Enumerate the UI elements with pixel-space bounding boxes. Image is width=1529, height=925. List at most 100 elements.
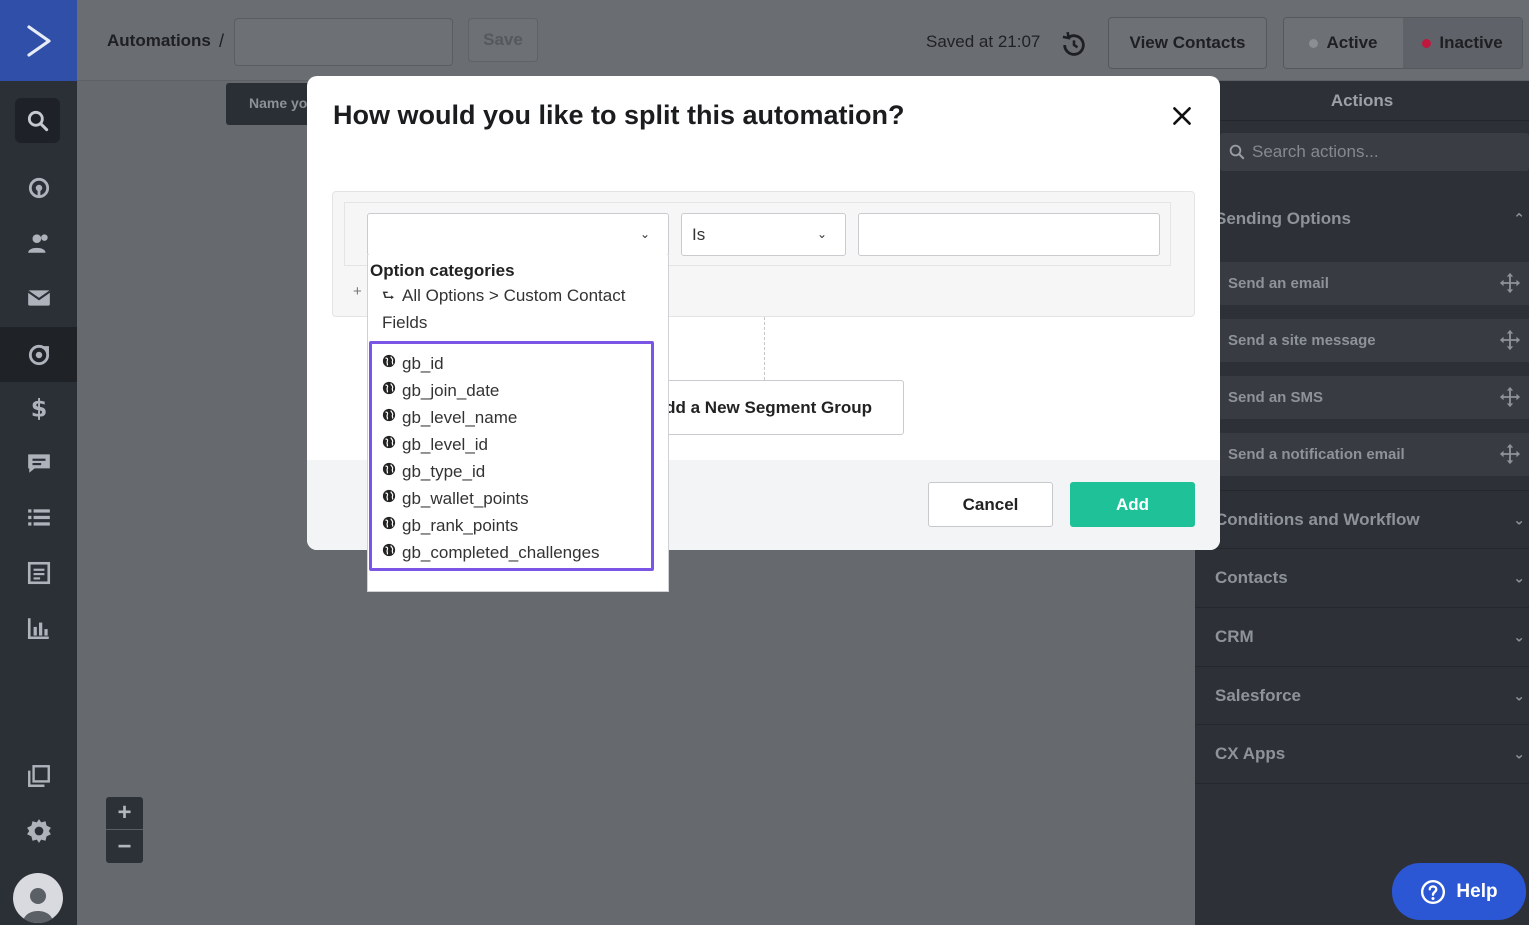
section-conditions-workflow[interactable]: Conditions and Workflow ⌄ <box>1195 490 1529 549</box>
view-contacts-button[interactable]: View Contacts <box>1108 17 1267 69</box>
search-actions-field[interactable]: Search actions... <box>1220 133 1529 171</box>
section-cx-apps[interactable]: CX Apps ⌄ <box>1195 725 1529 784</box>
move-icon[interactable] <box>1499 386 1521 408</box>
action-label: Send an email <box>1228 275 1329 292</box>
actions-title: Actions <box>1195 81 1529 121</box>
custom-fields-list: gb_id gb_join_date gb_level_name gb_leve… <box>369 341 654 571</box>
dashboard-icon[interactable] <box>0 160 77 215</box>
search-icon[interactable] <box>15 98 60 143</box>
help-label: Help <box>1456 880 1498 902</box>
automation-name-input[interactable] <box>234 18 453 66</box>
field-select[interactable]: ⌄ <box>367 213 669 256</box>
back-arrow-icon: ⮑ <box>382 287 395 303</box>
dropdown-option-gb-join-date[interactable]: gb_join_date <box>372 377 651 404</box>
saved-status: Saved at 21:07 <box>926 32 1041 51</box>
help-button[interactable]: Help <box>1392 863 1526 920</box>
automations-icon[interactable] <box>0 327 77 382</box>
action-send-sms[interactable]: Send an SMS <box>1220 376 1529 419</box>
reports-icon[interactable] <box>0 600 77 655</box>
section-label: Conditions and Workflow <box>1215 509 1420 529</box>
operator-value: Is <box>692 225 706 244</box>
action-send-email[interactable]: Send an email <box>1220 262 1529 305</box>
dropdown-heading: Option categories <box>370 261 515 280</box>
close-icon[interactable] <box>1169 103 1195 129</box>
active-dot-icon <box>1309 38 1319 48</box>
move-icon[interactable] <box>1499 272 1521 294</box>
globe-icon <box>382 354 396 367</box>
settings-icon[interactable] <box>0 803 77 858</box>
campaigns-icon[interactable] <box>0 270 77 325</box>
section-crm[interactable]: CRM ⌄ <box>1195 608 1529 667</box>
history-icon[interactable] <box>1060 31 1088 59</box>
actions-panel: Actions Search actions... Sending Option… <box>1195 81 1529 925</box>
inactive-option[interactable]: Inactive <box>1403 18 1522 68</box>
conversations-icon[interactable] <box>0 435 77 490</box>
active-option[interactable]: Active <box>1284 18 1403 68</box>
apps-icon[interactable] <box>0 748 77 803</box>
condition-value-input[interactable] <box>858 213 1160 256</box>
move-icon[interactable] <box>1499 329 1521 351</box>
back-path-label: All Options > Custom Contact Fields <box>382 286 626 332</box>
option-label: gb_join_date <box>402 380 500 400</box>
add-button[interactable]: Add <box>1070 482 1195 527</box>
back-to-all-options[interactable]: ⮑ All Options > Custom Contact Fields <box>382 282 662 336</box>
logo-chevron-icon[interactable] <box>0 0 77 81</box>
add-condition-button[interactable]: + <box>353 283 362 300</box>
dropdown-option-gb-id[interactable]: gb_id <box>372 350 651 377</box>
chevron-down-icon: ⌄ <box>1513 569 1525 586</box>
move-icon[interactable] <box>1499 443 1521 465</box>
section-contacts[interactable]: Contacts ⌄ <box>1195 549 1529 608</box>
lists-icon[interactable] <box>0 490 77 545</box>
chevron-down-icon: ⌄ <box>1513 511 1525 527</box>
section-label: Salesforce <box>1215 685 1301 705</box>
user-avatar-icon[interactable] <box>13 873 63 923</box>
option-label: gb_type_id <box>402 461 486 481</box>
operator-select[interactable]: Is ⌄ <box>681 213 846 256</box>
search-actions-icon <box>1229 144 1245 160</box>
active-label: Active <box>1326 33 1378 52</box>
option-label: gb_id <box>402 353 444 373</box>
option-label: gb_completed_challenges <box>402 542 600 562</box>
chevron-down-icon: ⌄ <box>1513 687 1525 703</box>
section-salesforce[interactable]: Salesforce ⌄ <box>1195 667 1529 725</box>
globe-icon <box>382 489 396 502</box>
zoom-in-button[interactable]: + <box>106 797 143 830</box>
section-sending-options[interactable]: Sending Options ⌃ <box>1195 190 1529 248</box>
section-label: Sending Options <box>1215 209 1351 228</box>
globe-icon <box>382 516 396 529</box>
dropdown-option-gb-rank-points[interactable]: gb_rank_points <box>372 512 651 539</box>
inactive-label: Inactive <box>1439 33 1503 52</box>
globe-icon <box>382 435 396 448</box>
chevron-up-icon: ⌃ <box>1513 210 1525 227</box>
option-label: gb_level_id <box>402 434 489 454</box>
zoom-out-button[interactable]: − <box>106 830 143 863</box>
contacts-icon[interactable] <box>0 215 77 270</box>
section-label: CX Apps <box>1215 744 1286 763</box>
field-dropdown: Option categories ⮑ All Options > Custom … <box>367 255 669 592</box>
dropdown-option-gb-completed-challenges[interactable]: gb_completed_challenges <box>372 539 651 566</box>
chevron-down-icon: ⌄ <box>816 227 827 241</box>
dropdown-option-gb-type-id[interactable]: gb_type_id <box>372 458 651 485</box>
save-button[interactable]: Save <box>468 18 538 62</box>
search-actions-placeholder: Search actions... <box>1252 142 1379 161</box>
inactive-dot-icon <box>1422 38 1432 48</box>
option-label: gb_rank_points <box>402 515 519 535</box>
forms-icon[interactable] <box>0 545 77 600</box>
add-segment-group-button[interactable]: dd a New Segment Group <box>641 380 904 435</box>
option-label: gb_level_name <box>402 407 518 427</box>
dropdown-option-gb-level-id[interactable]: gb_level_id <box>372 431 651 458</box>
chevron-down-icon: ⌄ <box>1513 745 1525 762</box>
deals-icon[interactable]: $ <box>0 380 77 435</box>
action-label: Send a site message <box>1228 332 1376 349</box>
dropdown-option-gb-level-name[interactable]: gb_level_name <box>372 404 651 431</box>
action-send-site-message[interactable]: Send a site message <box>1220 319 1529 362</box>
cancel-button[interactable]: Cancel <box>928 482 1053 527</box>
svg-text:$: $ <box>30 395 47 421</box>
option-label: gb_wallet_points <box>402 488 529 508</box>
connector-line <box>764 317 765 380</box>
breadcrumb-automations[interactable]: Automations <box>107 31 211 51</box>
chevron-down-icon: ⌄ <box>639 227 650 241</box>
dropdown-option-gb-wallet-points[interactable]: gb_wallet_points <box>372 485 651 512</box>
question-circle-icon <box>1421 879 1446 904</box>
action-send-notification-email[interactable]: Send a notification email <box>1220 433 1529 476</box>
